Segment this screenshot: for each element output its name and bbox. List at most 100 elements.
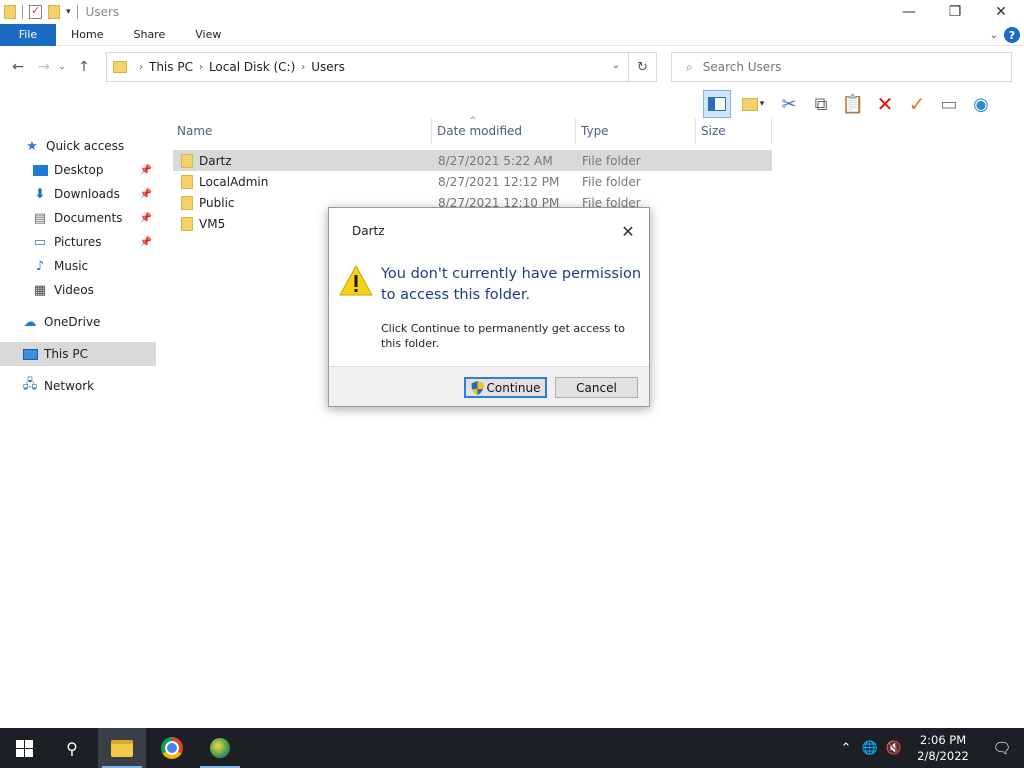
sidebar-item-pictures[interactable]: ▭ Pictures 📌 [0, 230, 156, 254]
pin-icon[interactable]: 📌 [140, 189, 152, 200]
search-input[interactable] [702, 60, 983, 74]
file-name: Public [199, 195, 235, 210]
new-folder-icon[interactable]: ▾ [735, 90, 771, 118]
delete-icon[interactable]: ✕ [871, 90, 899, 118]
pin-icon[interactable]: 📌 [140, 237, 152, 248]
dialog-close-button[interactable]: ✕ [615, 220, 641, 242]
search-icon: ⌕ [686, 59, 693, 74]
documents-icon: ▤ [33, 210, 47, 226]
sidebar-item-label: OneDrive [44, 315, 101, 329]
warning-icon [339, 265, 373, 296]
divider [76, 5, 78, 19]
folder-icon[interactable] [4, 5, 16, 19]
paste-icon[interactable]: 📋 [839, 90, 867, 118]
taskbar: ⚲ ⌃ 🌐 🔇 2:06 PM 2/8/2022 🗨 [0, 728, 1024, 768]
this-pc-icon [22, 346, 38, 362]
rename-check-icon[interactable]: ✓ [903, 90, 931, 118]
videos-icon: ▦ [33, 282, 47, 298]
sort-ascending-icon: ^ [469, 116, 477, 126]
continue-button[interactable]: Continue [464, 377, 547, 398]
pin-icon[interactable]: 📌 [140, 213, 152, 224]
refresh-button[interactable]: ↻ [629, 52, 657, 82]
app-taskbar-button[interactable] [196, 728, 244, 768]
sidebar-item-music[interactable]: ♪ Music [0, 254, 156, 278]
tab-home[interactable]: Home [56, 24, 118, 46]
pictures-icon: ▭ [33, 234, 47, 250]
help-icon[interactable]: ? [1004, 27, 1020, 43]
windows-logo-icon [15, 739, 33, 757]
breadcrumb-local-disk[interactable]: Local Disk (C:) [209, 60, 295, 74]
tab-file[interactable]: File [0, 23, 56, 46]
minimize-button[interactable]: — [886, 0, 932, 24]
breadcrumb-this-pc[interactable]: This PC [149, 60, 193, 74]
folder-icon [181, 174, 193, 189]
cut-icon[interactable]: ✂ [775, 90, 803, 118]
column-header-type[interactable]: Type [576, 118, 696, 144]
copy-icon[interactable]: ⧉ [807, 90, 835, 118]
chevron-right-icon[interactable]: › [301, 62, 305, 73]
sidebar-item-quick-access[interactable]: ★ Quick access [0, 134, 156, 158]
sidebar-item-downloads[interactable]: ⬇ Downloads 📌 [0, 182, 156, 206]
globe-icon[interactable]: ◉ [967, 90, 995, 118]
recent-locations-icon[interactable]: ⌄ [55, 56, 69, 78]
table-row[interactable]: LocalAdmin 8/27/2021 12:12 PM File folde… [173, 171, 772, 192]
chevron-right-icon[interactable]: › [199, 62, 203, 73]
address-dropdown-icon[interactable]: ⌄ [612, 60, 620, 71]
chrome-taskbar-button[interactable] [148, 728, 196, 768]
notifications-icon[interactable]: 🗨 [980, 728, 1024, 768]
toolbar: ▾ ✂ ⧉ 📋 ✕ ✓ ▭ ◉ [703, 88, 995, 120]
address-bar[interactable]: › This PC › Local Disk (C:) › Users ⌄ [106, 52, 629, 82]
breadcrumb-users[interactable]: Users [311, 60, 345, 74]
sidebar-item-this-pc[interactable]: This PC [0, 342, 156, 366]
back-arrow-icon[interactable]: ← [7, 56, 29, 78]
clock[interactable]: 2:06 PM 2/8/2022 [906, 732, 980, 764]
tab-share[interactable]: Share [118, 24, 180, 46]
sidebar-item-videos[interactable]: ▦ Videos [0, 278, 156, 302]
sidebar-item-label: Quick access [46, 139, 125, 153]
folder-icon [181, 216, 193, 231]
sidebar-item-label: Music [54, 259, 89, 273]
column-header-size[interactable]: Size [696, 118, 772, 144]
sidebar-item-documents[interactable]: ▤ Documents 📌 [0, 206, 156, 230]
column-header-date-modified[interactable]: Date modified [432, 118, 576, 144]
customize-dropdown-icon[interactable]: ▾ [66, 7, 71, 17]
downloads-icon: ⬇ [34, 186, 46, 202]
chevron-up-icon[interactable]: ⌃ [834, 728, 858, 768]
sidebar-item-onedrive[interactable]: ☁ OneDrive [0, 310, 156, 334]
continue-button-label: Continue [486, 380, 541, 395]
up-arrow-icon[interactable]: ↑ [73, 56, 95, 78]
app-icon [210, 738, 230, 758]
sidebar-item-label: Desktop [54, 163, 104, 177]
new-folder-icon[interactable] [48, 5, 60, 19]
start-button[interactable] [0, 728, 48, 768]
navigation-pane: ★ Quick access Desktop 📌 ⬇ Downloads 📌 ▤… [0, 130, 160, 725]
title-bar: ▾ Users — ❐ ✕ [0, 0, 1024, 24]
table-row[interactable]: Dartz 8/27/2021 5:22 AM File folder [173, 150, 772, 171]
cancel-button[interactable]: Cancel [555, 377, 638, 398]
volume-muted-icon[interactable]: 🔇 [882, 728, 906, 768]
maximize-button[interactable]: ❐ [932, 0, 978, 24]
tab-view[interactable]: View [180, 24, 236, 46]
file-explorer-taskbar-button[interactable] [98, 728, 146, 768]
sidebar-item-desktop[interactable]: Desktop 📌 [0, 158, 156, 182]
properties-icon[interactable]: ▭ [935, 90, 963, 118]
column-header-name[interactable]: Name [172, 118, 432, 144]
window-title: Users [85, 5, 120, 19]
pin-icon[interactable]: 📌 [140, 165, 152, 176]
forward-arrow-icon[interactable]: → [33, 56, 55, 78]
properties-icon[interactable] [29, 4, 42, 19]
file-name: Dartz [199, 153, 232, 168]
music-icon: ♪ [35, 258, 45, 274]
folder-icon [113, 61, 127, 73]
network-globe-icon[interactable]: 🌐 [858, 728, 882, 768]
sidebar-item-network[interactable]: 🖧 Network [0, 374, 156, 398]
search-taskbar-button[interactable]: ⚲ [48, 728, 96, 768]
file-date: 8/27/2021 5:22 AM [438, 153, 553, 168]
sidebar-item-label: Videos [54, 283, 94, 297]
file-type: File folder [582, 174, 641, 189]
search-box[interactable]: ⌕ [671, 52, 1012, 82]
chevron-right-icon[interactable]: › [139, 62, 143, 73]
navigation-pane-icon[interactable] [703, 90, 731, 118]
expand-ribbon-icon[interactable]: ⌄ [990, 30, 998, 41]
close-button[interactable]: ✕ [978, 0, 1024, 24]
